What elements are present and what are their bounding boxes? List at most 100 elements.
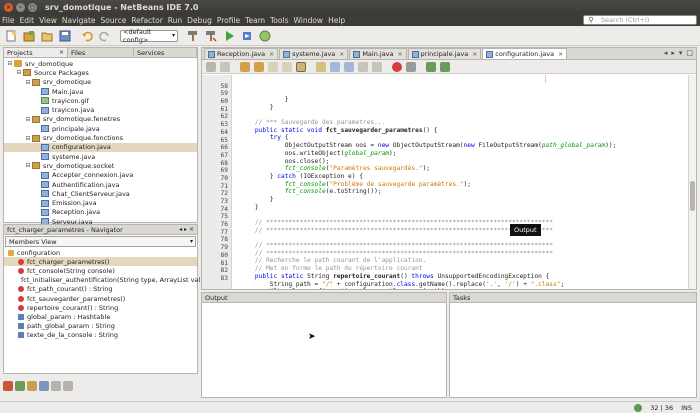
editor-tab[interactable]: Main.java × [349, 48, 407, 59]
code-line[interactable]: } [240, 104, 688, 112]
tab-list-icon[interactable]: ▾ [679, 49, 683, 57]
tree-item[interactable]: trayicon.gif [4, 96, 197, 105]
code-text[interactable]: } } // *** Sauvegarde des parametres... … [240, 75, 688, 289]
code-line[interactable]: // *************************************… [240, 250, 688, 258]
sort-name-icon[interactable] [51, 381, 61, 391]
close-icon[interactable]: × [472, 51, 477, 58]
scroll-tabs-left-icon[interactable]: ◂ [664, 49, 668, 57]
tree-item[interactable]: principale.java [4, 124, 197, 133]
clean-build-icon[interactable] [204, 29, 218, 43]
tree-item[interactable]: ⊟ srv_domotique.fenetres [4, 115, 197, 124]
code-line[interactable]: fct_console(e.toString()); [240, 188, 688, 196]
editor-tab[interactable]: configuration.java × [482, 48, 568, 59]
navigator-prev-icon[interactable]: ◂ [179, 226, 182, 233]
code-line[interactable]: public static void fct_sauvegarder_param… [240, 127, 688, 135]
forward-icon[interactable] [254, 61, 264, 72]
toggle-bookmark-icon[interactable] [316, 61, 326, 72]
tree-item[interactable]: ⊟ srv_domotique [4, 59, 197, 68]
navigator-next-icon[interactable]: ▸ [184, 226, 187, 233]
code-line[interactable]: public static String repertoire_courant(… [240, 273, 688, 281]
code-line[interactable]: try { [240, 134, 688, 142]
open-project-icon[interactable] [40, 29, 54, 43]
previous-bookmark-icon[interactable] [330, 61, 340, 72]
tree-item[interactable]: systeme.java [4, 152, 197, 161]
debug-icon[interactable] [240, 29, 254, 43]
search-input[interactable]: ⚲ Search (Ctrl+I) [583, 15, 697, 25]
tree-item[interactable]: ⊟ srv_domotique [4, 78, 197, 87]
navigator-item[interactable]: path_global_param : String [4, 322, 197, 331]
tree-item[interactable]: Emission.java [4, 198, 197, 207]
maximize-icon[interactable]: □ [686, 49, 693, 57]
code-line[interactable]: URL url = configuration.class.getResourc… [240, 288, 688, 289]
expand-icon[interactable]: ⊟ [24, 79, 32, 86]
tree-item[interactable]: Accepter_connexion.java [4, 171, 197, 180]
code-line[interactable]: } [240, 196, 688, 204]
code-line[interactable] [240, 234, 688, 242]
expand-icon[interactable]: ⊟ [24, 116, 32, 123]
shift-left-icon[interactable] [358, 61, 368, 72]
history-view-icon[interactable] [220, 61, 230, 72]
tree-item[interactable]: Authentification.java [4, 180, 197, 189]
tree-item[interactable]: ⊟ Source Packages [4, 68, 197, 77]
filter-inherited-icon[interactable] [39, 381, 49, 391]
code-area[interactable]: 58 59 60 61 62 63 64 65 66 67 68 69 70 71 72 73 74 75 76 77… [202, 75, 696, 289]
close-icon[interactable]: × [339, 51, 344, 58]
filter-static-icon[interactable] [15, 381, 25, 391]
new-project-icon[interactable] [22, 29, 36, 43]
tree-item[interactable]: trayicon.java [4, 105, 197, 114]
tree-item[interactable]: ⊟ srv_domotique.socket [4, 161, 197, 170]
sort-source-icon[interactable] [63, 381, 73, 391]
menu-team[interactable]: Team [245, 16, 265, 25]
editor-tab[interactable]: principale.java × [407, 48, 482, 59]
tree-item[interactable]: ⊟ srv_domotique.fonctions [4, 133, 197, 142]
hammer-icon[interactable] [186, 29, 200, 43]
notification-icon[interactable] [634, 403, 643, 412]
menu-source[interactable]: Source [101, 16, 127, 25]
code-line[interactable]: // Recherche le path courant de l'applic… [240, 257, 688, 265]
source-view-icon[interactable] [206, 61, 216, 72]
filter-nonpublic-icon[interactable] [27, 381, 37, 391]
expand-icon[interactable]: ⊟ [24, 162, 32, 169]
tree-item[interactable]: Chat_ClientServeur.java [4, 189, 197, 198]
code-line[interactable]: } catch (IOException e) { [240, 173, 688, 181]
find-previous-icon[interactable] [268, 61, 278, 72]
close-icon[interactable]: × [558, 51, 563, 58]
config-select[interactable]: <default config> ▾ [120, 28, 178, 44]
code-line[interactable]: // *************************************… [240, 227, 688, 235]
uncomment-icon[interactable] [440, 61, 450, 72]
expand-icon[interactable]: ⊟ [6, 60, 14, 67]
tree-item[interactable]: configuration.java [4, 142, 197, 152]
navigator-item[interactable]: fct_path_courant() : String [4, 285, 197, 294]
output-title[interactable]: Output [202, 293, 446, 303]
menu-file[interactable]: File [2, 16, 15, 25]
maximize-window-button[interactable]: □ [28, 2, 37, 12]
code-line[interactable]: // *************************************… [240, 242, 688, 250]
navigator-item[interactable]: global_param : Hashtable [4, 312, 197, 321]
tab-files[interactable]: Files [68, 48, 134, 57]
code-line[interactable]: ObjectOutputStream oos = new ObjectOutpu… [240, 142, 688, 150]
save-all-icon[interactable] [58, 29, 72, 43]
shift-right-icon[interactable] [372, 61, 382, 72]
navigator-item[interactable]: fct_sauvegarder_parametres() [4, 294, 197, 303]
scrollbar-thumb[interactable] [690, 181, 695, 211]
menu-debug[interactable]: Debug [187, 16, 212, 25]
stop-macro-icon[interactable] [406, 61, 416, 72]
code-line[interactable]: // *************************************… [240, 219, 688, 227]
menu-help[interactable]: Help [328, 16, 345, 25]
navigator-item[interactable]: fct_charger_parametres() [4, 257, 197, 267]
find-next-icon[interactable] [282, 61, 292, 72]
tab-projects[interactable]: Projects × [4, 48, 68, 57]
vertical-scrollbar[interactable] [688, 75, 696, 289]
menu-view[interactable]: View [39, 16, 57, 25]
tasks-title[interactable]: Tasks [450, 293, 696, 303]
editor-tab[interactable]: Reception.java × [204, 48, 279, 59]
code-line[interactable]: fct_console("Paramètres sauvegardés."); [240, 165, 688, 173]
navigator-item[interactable]: texte_de_la_console : String [4, 331, 197, 340]
expand-icon[interactable]: ⊟ [15, 69, 23, 76]
close-icon[interactable]: × [59, 49, 64, 56]
code-line[interactable]: // *** Sauvegarde des parametres... [240, 119, 688, 127]
navigator-item[interactable]: fct_console(String console) [4, 266, 197, 275]
redo-icon[interactable] [98, 29, 112, 43]
menu-window[interactable]: Window [293, 16, 323, 25]
members-view-select[interactable]: Members View ▾ [5, 236, 196, 247]
